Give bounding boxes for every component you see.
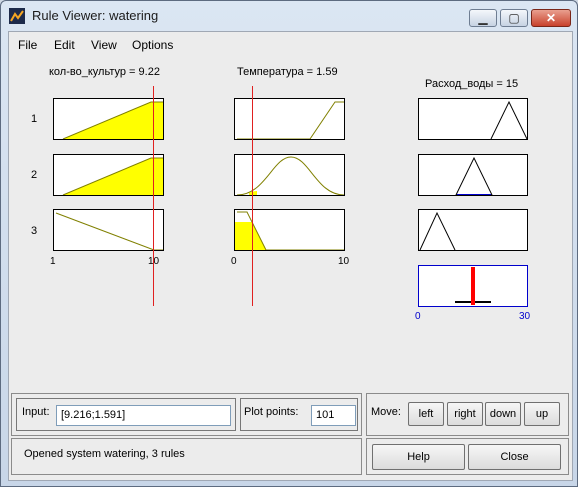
client-area: File Edit View Options кол-во_культур = … [8, 31, 573, 481]
action-panel: Help Close [366, 438, 569, 475]
input-label: Input: [22, 406, 50, 418]
rule3-input2-plot[interactable] [234, 209, 345, 251]
plot-points-label: Plot points: [244, 406, 299, 418]
menu-options[interactable]: Options [132, 38, 173, 52]
rule-viewer-window: Rule Viewer: watering ▁ ▢ ✕ File Edit Vi… [0, 0, 578, 487]
move-label: Move: [371, 406, 401, 418]
window-title: Rule Viewer: watering [32, 8, 159, 23]
help-button[interactable]: Help [372, 444, 465, 470]
rule1-output-plot [418, 98, 528, 140]
input2-range-max: 10 [338, 256, 350, 267]
rule-number: 2 [31, 169, 38, 181]
rule3-output-plot [418, 209, 528, 251]
rule1-input2-plot[interactable] [234, 98, 345, 140]
rule2-input1-plot[interactable] [53, 154, 164, 196]
move-left-button[interactable]: left [408, 402, 444, 426]
move-panel: Move: left right down up [366, 393, 569, 436]
input1-label: кол-во_культур = 9.22 [49, 66, 160, 78]
input2-cursor-line[interactable] [252, 86, 253, 306]
rule2-output-plot [418, 154, 528, 196]
rule1-input1-plot[interactable] [53, 98, 164, 140]
menu-edit[interactable]: Edit [54, 38, 75, 52]
input2-label: Температура = 1.59 [237, 66, 338, 78]
rule-number: 1 [31, 113, 38, 125]
status-panel: Opened system watering, 3 rules [11, 438, 362, 475]
move-down-button[interactable]: down [485, 402, 521, 426]
matlab-app-icon [9, 8, 25, 24]
rule-number: 3 [31, 225, 38, 237]
output-range-max: 30 [519, 311, 531, 322]
minimize-icon[interactable]: ▁ [469, 9, 497, 27]
title-bar[interactable]: Rule Viewer: watering ▁ ▢ ✕ [1, 1, 577, 31]
menu-file[interactable]: File [18, 38, 37, 52]
menu-bar: File Edit View Options [9, 32, 572, 56]
menu-view[interactable]: View [91, 38, 117, 52]
output-range-min: 0 [415, 311, 421, 322]
rule3-input1-plot[interactable] [53, 209, 164, 251]
close-button[interactable]: Close [468, 444, 561, 470]
move-right-button[interactable]: right [447, 402, 483, 426]
status-text: Opened system watering, 3 rules [24, 448, 185, 460]
input1-cursor-line[interactable] [153, 86, 154, 306]
close-window-icon[interactable]: ✕ [531, 9, 571, 27]
plot-points-field[interactable]: 101 [311, 405, 356, 426]
input-vector-field[interactable]: [9.216;1.591] [56, 405, 231, 426]
move-up-button[interactable]: up [524, 402, 560, 426]
input1-range-min: 1 [50, 256, 56, 267]
rule2-input2-plot[interactable] [234, 154, 345, 196]
output-label: Расход_воды = 15 [425, 78, 519, 90]
input-panel: Input: [9.216;1.591] Plot points: 101 [11, 393, 362, 436]
input2-range-min: 0 [231, 256, 237, 267]
maximize-icon[interactable]: ▢ [500, 9, 528, 27]
aggregated-output-plot [418, 265, 528, 307]
